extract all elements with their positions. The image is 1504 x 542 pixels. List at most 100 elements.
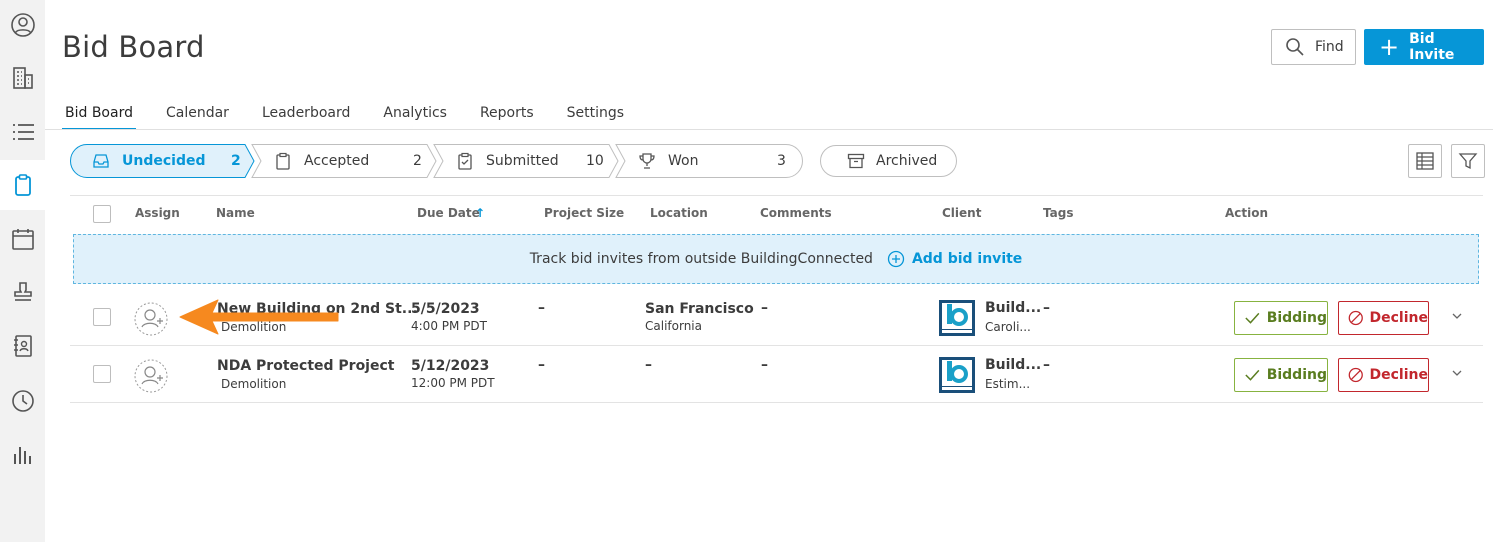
assign-user-icon[interactable] [134,358,170,394]
user-circle-icon [10,13,35,37]
row-client-name[interactable]: Build... [985,357,1041,373]
filter-button[interactable] [1451,144,1485,178]
decline-button-label: Decline [1369,310,1428,326]
row-project-size: – [538,300,545,316]
plus-circle-icon [887,250,905,268]
row-due-time: 12:00 PM PDT [411,376,495,390]
decline-button[interactable]: Decline [1338,358,1429,392]
tab-leaderboard[interactable]: Leaderboard [259,102,353,130]
table-header: Assign Name Due Date ↑ Project Size Loca… [70,195,1483,231]
sidebar-item-analytics[interactable] [0,430,45,480]
archived-label: Archived [876,153,938,169]
checkmark-icon [1245,312,1260,324]
inbox-icon [93,154,109,168]
company-logo [939,300,975,336]
row-state: California [645,319,702,333]
sidebar-item-companies[interactable] [0,53,45,103]
address-book-icon [13,335,32,357]
bidding-button[interactable]: Bidding [1234,358,1328,392]
sidebar-item-profile[interactable] [0,0,45,50]
stage-won-count: 3 [777,153,786,169]
table-icon [1416,152,1434,170]
row-client-name[interactable]: Build... [985,300,1041,316]
column-name[interactable]: Name [216,206,255,220]
row-client-contact: Estim... [985,377,1031,391]
column-location[interactable]: Location [650,206,708,220]
row-project-name[interactable]: NDA Protected Project [217,358,394,374]
bidding-button[interactable]: Bidding [1234,301,1328,335]
stage-submitted[interactable]: Submitted 10 [456,144,616,178]
sidebar [0,0,45,542]
bid-invite-button-label: Bid Invite [1409,31,1455,63]
clipboard-icon [14,174,31,196]
archive-box-icon [847,153,865,169]
stage-undecided-count: 2 [231,153,241,169]
table-view-button[interactable] [1408,144,1442,178]
bar-chart-icon [13,447,31,464]
add-bid-invite-banner: Track bid invites from outside BuildingC… [73,234,1479,284]
row-due-time: 4:00 PM PDT [411,319,487,333]
row-checkbox[interactable] [93,308,111,326]
clipboard-icon [276,152,290,170]
sidebar-item-contacts[interactable] [0,321,45,371]
chevron-down-icon[interactable] [1450,366,1464,380]
add-bid-invite-label: Add bid invite [911,251,1023,267]
select-all-checkbox[interactable] [93,205,111,223]
column-comments[interactable]: Comments [760,206,832,220]
company-logo [939,357,975,393]
row-comments: – [761,357,768,373]
checkmark-icon [1245,369,1260,381]
stamp-icon [13,282,32,301]
tab-reports[interactable]: Reports [477,102,537,130]
stage-won[interactable]: Won 3 [638,144,798,178]
column-action: Action [1225,206,1269,220]
banner-text: Track bid invites from outside BuildingC… [529,251,873,267]
column-due-date[interactable]: Due Date [417,206,480,220]
row-tags: – [1043,300,1050,316]
decline-button-label: Decline [1369,367,1428,383]
find-button[interactable]: Find [1271,29,1356,65]
column-project-size[interactable]: Project Size [544,206,624,220]
prohibited-icon [1348,367,1363,383]
building-icon [12,67,33,89]
row-city: – [645,357,652,373]
sidebar-item-approvals[interactable] [0,267,45,317]
tabs-divider [45,129,1493,130]
bidding-button-label: Bidding [1266,310,1327,326]
column-tags[interactable]: Tags [1043,206,1073,220]
add-bid-invite-link[interactable]: Add bid invite [887,250,1022,268]
column-assign[interactable]: Assign [135,206,180,220]
tab-bar: Bid Board Calendar Leaderboard Analytics… [62,102,654,132]
assign-user-icon[interactable] [134,301,170,337]
stage-undecided[interactable]: Undecided 2 [92,144,252,178]
row-checkbox[interactable] [93,365,111,383]
bid-invite-button[interactable]: + Bid Invite [1364,29,1484,65]
row-due-date: 5/12/2023 [411,358,490,374]
stage-won-label: Won [668,153,699,169]
sidebar-item-list[interactable] [0,107,45,157]
sort-ascending-icon[interactable]: ↑ [475,206,485,220]
plus-icon: + [1379,33,1400,61]
stage-submitted-label: Submitted [486,153,559,169]
row-trade: Demolition [221,377,287,391]
page-title: Bid Board [62,30,205,64]
find-button-label: Find [1315,39,1344,55]
table-row[interactable]: NDA Protected Project Demolition 5/12/20… [70,346,1483,403]
row-due-date: 5/5/2023 [411,301,480,317]
search-icon [1286,38,1304,56]
sidebar-item-bid-board[interactable] [0,160,45,210]
decline-button[interactable]: Decline [1338,301,1429,335]
tab-analytics[interactable]: Analytics [380,102,450,130]
column-client[interactable]: Client [942,206,981,220]
stage-accepted-count: 2 [413,153,422,169]
sidebar-item-history[interactable] [0,376,45,426]
tab-bid-board[interactable]: Bid Board [62,102,136,130]
annotation-arrow-icon [179,299,339,335]
sidebar-item-calendar[interactable] [0,214,45,264]
archived-button[interactable]: Archived [820,145,957,177]
tab-settings[interactable]: Settings [564,102,627,130]
row-comments: – [761,300,768,316]
stage-accepted[interactable]: Accepted 2 [274,144,434,178]
tab-calendar[interactable]: Calendar [163,102,232,130]
chevron-down-icon[interactable] [1450,309,1464,323]
